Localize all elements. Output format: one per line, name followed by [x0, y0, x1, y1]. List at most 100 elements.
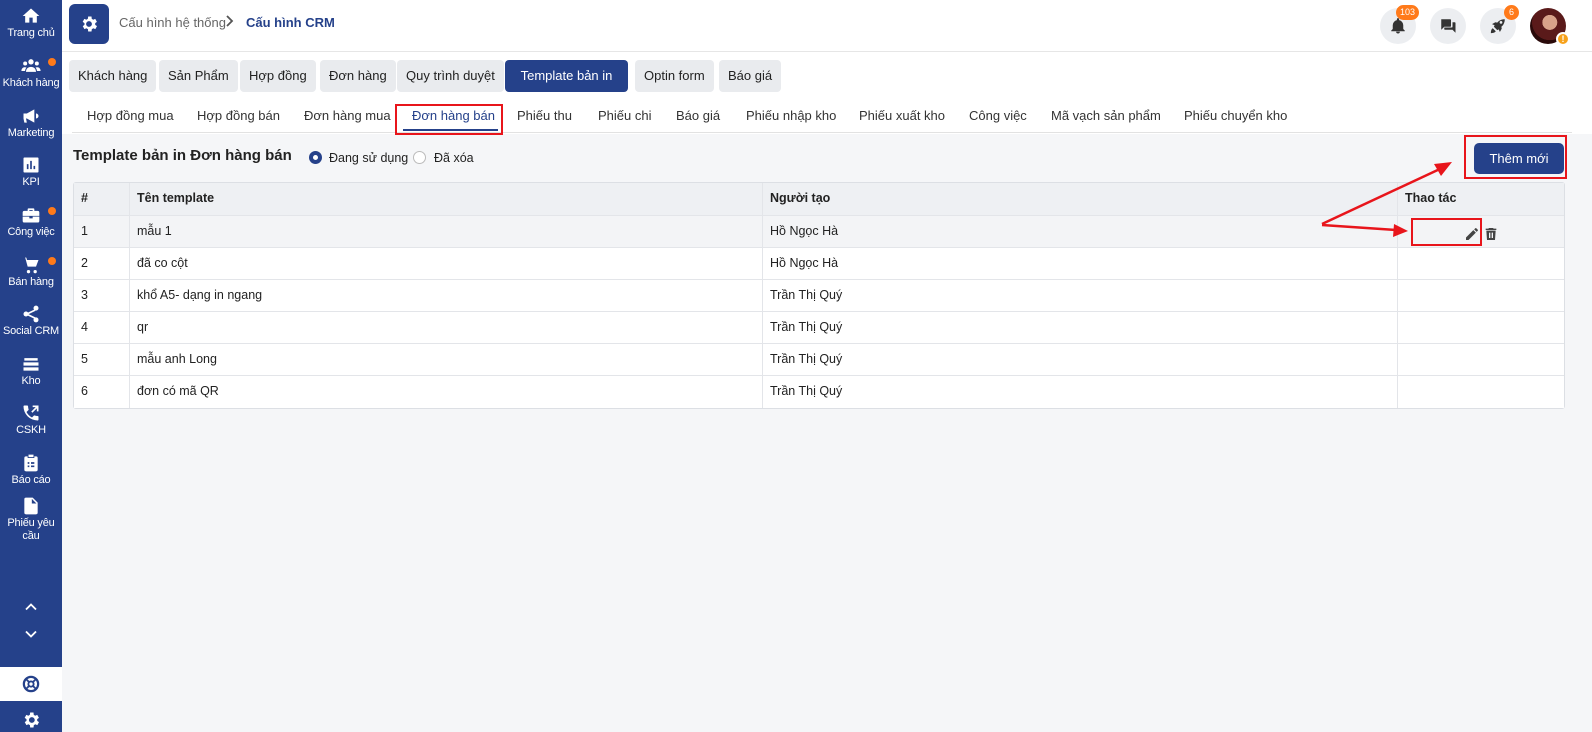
chat-button[interactable]	[1430, 8, 1466, 44]
sidebar-item-tasks[interactable]: Công việc	[0, 205, 62, 239]
table-header-row: # Tên template Người tạo Thao tác	[74, 183, 1564, 216]
row-actions	[1397, 376, 1565, 408]
home-icon	[0, 6, 62, 26]
template-creator: Hồ Ngọc Hà	[762, 216, 1397, 247]
sub-tab-purchase-order[interactable]: Đơn hàng mua	[304, 108, 391, 123]
scroll-down-icon[interactable]	[21, 624, 41, 644]
sub-tab-quote[interactable]: Báo giá	[676, 108, 720, 123]
notification-count-badge: 103	[1396, 5, 1420, 20]
sidebar-item-cskh[interactable]: CSKH	[0, 403, 62, 437]
phone-icon	[0, 403, 62, 423]
filter-deleted-label[interactable]: Đã xóa	[434, 151, 474, 165]
template-name: khổ A5- dạng in ngang	[129, 280, 762, 311]
module-tab-contracts[interactable]: Hợp đồng	[240, 60, 316, 92]
sidebar-item-label: Trang chủ	[7, 27, 55, 39]
notifications-button[interactable]: 103	[1380, 5, 1420, 44]
table-row[interactable]: 3 khổ A5- dạng in ngang Trần Thị Quý	[74, 280, 1564, 312]
warning-icon: !	[1556, 32, 1570, 46]
settings-gear-icon[interactable]	[21, 710, 41, 730]
row-actions	[1397, 344, 1565, 375]
template-name: đơn có mã QR	[129, 376, 762, 408]
sidebar-item-kpi[interactable]: KPI	[0, 155, 62, 189]
table-row[interactable]: 1 mẫu 1 Hồ Ngọc Hà	[74, 216, 1564, 248]
sidebar-item-customers[interactable]: Khách hàng	[0, 56, 62, 90]
module-tab-print-template[interactable]: Template bản in	[505, 60, 628, 92]
row-index: 5	[81, 352, 88, 366]
module-tab-approval[interactable]: Quy trình duyệt	[397, 60, 504, 92]
table-row[interactable]: 4 qr Trần Thị Quý	[74, 312, 1564, 344]
top-header: Cấu hình hệ thống Cấu hình CRM 103 6 !	[62, 0, 1592, 52]
module-tab-products[interactable]: Sản Phẩm	[159, 60, 238, 92]
support-button[interactable]	[0, 667, 62, 701]
sidebar-item-warehouse[interactable]: Kho	[0, 354, 62, 388]
sub-tab-stock-in[interactable]: Phiếu nhập kho	[746, 108, 836, 123]
filter-deleted-radio[interactable]	[413, 151, 426, 164]
filter-active-label[interactable]: Đang sử dụng	[329, 151, 408, 165]
delete-icon[interactable]	[1483, 223, 1499, 240]
highlight-box-add-button	[1464, 135, 1567, 179]
template-creator: Trần Thị Quý	[762, 312, 1397, 343]
sub-tab-purchase-contract[interactable]: Hợp đồng mua	[87, 108, 174, 123]
row-actions	[1397, 312, 1565, 343]
filter-active-radio[interactable]	[309, 151, 322, 164]
sub-tab-stock-transfer[interactable]: Phiếu chuyển kho	[1184, 108, 1287, 123]
sidebar-item-sales[interactable]: Bán hàng	[0, 255, 62, 289]
sidebar-item-label: Báo cáo	[11, 474, 51, 486]
sidebar-item-requests[interactable]: Phiếu yêu cầu	[0, 496, 62, 543]
user-avatar[interactable]: !	[1530, 8, 1570, 46]
table-row[interactable]: 6 đơn có mã QR Trần Thị Quý	[74, 376, 1564, 408]
row-actions	[1397, 248, 1565, 279]
column-header: Thao tác	[1397, 183, 1565, 215]
rocket-count-badge: 6	[1504, 5, 1519, 20]
sidebar-item-label: Phiếu yêu cầu	[7, 517, 55, 542]
template-name: đã co cột	[129, 248, 762, 279]
template-name: mẫu 1	[129, 216, 762, 247]
chevron-right-icon	[224, 13, 236, 29]
row-index: 4	[81, 320, 88, 334]
sub-tab-sales-contract[interactable]: Hợp đồng bán	[197, 108, 280, 123]
module-tab-orders[interactable]: Đơn hàng	[320, 60, 396, 92]
row-index: 1	[81, 224, 88, 238]
sub-tab-barcode[interactable]: Mã vạch sản phẩm	[1051, 108, 1161, 123]
template-creator: Trần Thị Quý	[762, 344, 1397, 375]
row-index: 2	[81, 256, 88, 270]
chat-icon	[1441, 19, 1456, 33]
template-name: qr	[129, 312, 762, 343]
sidebar-item-social-crm[interactable]: Social CRM	[0, 304, 62, 338]
row-index: 3	[81, 288, 88, 302]
module-tab-optin-form[interactable]: Optin form	[635, 60, 714, 92]
rocket-button[interactable]: 6	[1480, 5, 1519, 44]
template-name: mẫu anh Long	[129, 344, 762, 375]
sidebar-item-label: Kho	[21, 375, 41, 387]
settings-button[interactable]	[69, 4, 109, 44]
column-header: Người tạo	[762, 183, 1397, 215]
sub-tab-receipt[interactable]: Phiếu thu	[517, 108, 572, 123]
scroll-up-icon[interactable]	[21, 597, 41, 617]
sub-tab-payment[interactable]: Phiếu chi	[598, 108, 651, 123]
sidebar: Trang chủ Khách hàng Marketing KPI Công …	[0, 0, 62, 732]
notification-dot	[48, 207, 56, 215]
lifebuoy-icon	[22, 675, 40, 693]
template-creator: Hồ Ngọc Hà	[762, 248, 1397, 279]
sidebar-item-label: Công việc	[7, 226, 55, 238]
highlight-box-edit-icon	[1411, 218, 1482, 246]
page-title: Template bản in Đơn hàng bán	[73, 147, 292, 164]
table-row[interactable]: 5 mẫu anh Long Trần Thị Quý	[74, 344, 1564, 376]
column-header: #	[81, 191, 88, 205]
module-tab-customers[interactable]: Khách hàng	[69, 60, 157, 92]
module-tab-quotes[interactable]: Báo giá	[719, 60, 782, 92]
sidebar-item-reports[interactable]: Báo cáo	[0, 453, 62, 487]
breadcrumb-item[interactable]: Cấu hình hệ thống	[119, 15, 226, 30]
notification-dot	[48, 257, 56, 265]
template-creator: Trần Thị Quý	[762, 280, 1397, 311]
sub-tab-stock-out[interactable]: Phiếu xuất kho	[859, 108, 945, 123]
sub-tab-tasks[interactable]: Công việc	[969, 108, 1027, 123]
templates-table: # Tên template Người tạo Thao tác 1 mẫu …	[73, 182, 1565, 409]
column-header: Tên template	[129, 183, 762, 215]
sidebar-item-marketing[interactable]: Marketing	[0, 106, 62, 140]
rocket-icon	[1490, 19, 1505, 34]
table-row[interactable]: 2 đã co cột Hồ Ngọc Hà	[74, 248, 1564, 280]
megaphone-icon	[0, 106, 62, 126]
highlight-box-sales-order-tab	[395, 104, 503, 135]
sidebar-item-home[interactable]: Trang chủ	[0, 6, 62, 40]
